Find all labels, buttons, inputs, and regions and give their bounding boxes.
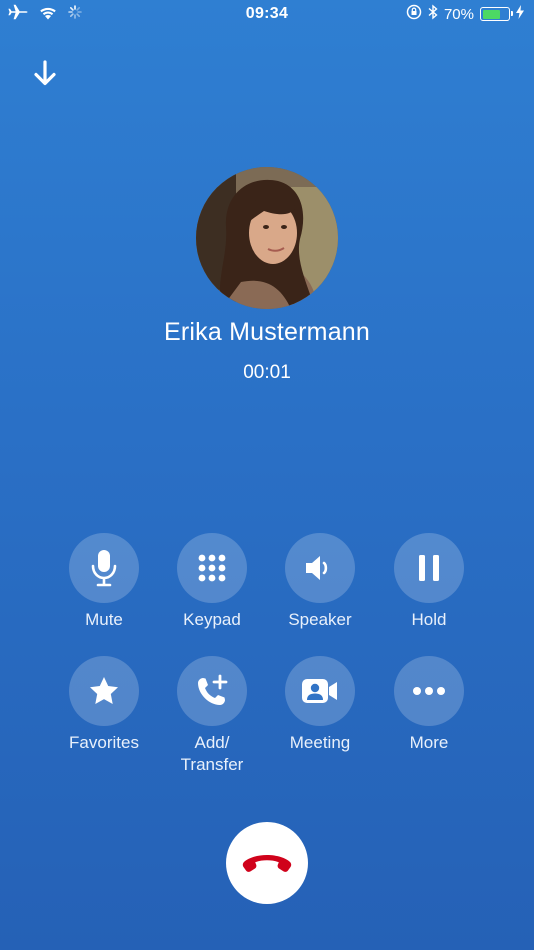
end-call-button[interactable]	[226, 822, 308, 904]
add-transfer-circle[interactable]	[177, 656, 247, 726]
speaker-label: Speaker	[288, 610, 352, 629]
status-right: 70%	[406, 4, 524, 24]
more-circle[interactable]	[394, 656, 464, 726]
more-icon	[413, 687, 445, 695]
add-transfer-button[interactable]: Add/ Transfer	[162, 656, 262, 776]
meeting-button[interactable]: Meeting	[270, 656, 370, 754]
video-meeting-icon	[302, 679, 337, 703]
keypad-button[interactable]: Keypad	[162, 533, 262, 631]
favorites-label: Favorites	[69, 733, 139, 752]
keypad-label: Keypad	[183, 610, 241, 629]
caller-photo	[196, 167, 338, 309]
meeting-label: Meeting	[289, 733, 351, 752]
call-duration: 00:01	[243, 362, 291, 383]
favorites-button[interactable]: Favorites	[54, 656, 154, 754]
caller-name: Erika Mustermann	[163, 318, 371, 346]
meeting-circle[interactable]	[285, 656, 355, 726]
status-bar: 09:34 70%	[0, 0, 534, 28]
pause-icon	[419, 555, 439, 581]
keypad-icon	[198, 554, 226, 582]
charging-icon	[516, 5, 524, 23]
more-button[interactable]: More	[379, 656, 479, 754]
battery-icon	[480, 7, 513, 21]
minimize-call-button[interactable]	[30, 58, 60, 88]
mute-label: Mute	[85, 610, 123, 629]
microphone-icon	[91, 550, 117, 587]
arrow-down-icon	[34, 60, 56, 86]
hang-up-icon	[242, 855, 292, 872]
add-transfer-label-line1: Add/	[194, 733, 230, 752]
speaker-icon	[306, 556, 328, 580]
favorites-circle[interactable]	[69, 656, 139, 726]
speaker-circle[interactable]	[285, 533, 355, 603]
hold-button[interactable]: Hold	[379, 533, 479, 631]
bluetooth-icon	[428, 4, 438, 24]
speaker-button[interactable]: Speaker	[270, 533, 370, 631]
hold-label: Hold	[411, 610, 447, 629]
add-transfer-label-line2: Transfer	[180, 755, 244, 774]
star-icon	[90, 677, 118, 704]
battery-percent: 70%	[443, 5, 474, 23]
add-transfer-label: Add/ Transfer	[162, 732, 262, 776]
caller-avatar	[196, 167, 338, 309]
battery-level	[482, 9, 500, 19]
orientation-lock-icon	[406, 4, 422, 24]
hold-circle[interactable]	[394, 533, 464, 603]
mute-circle[interactable]	[69, 533, 139, 603]
more-label: More	[409, 733, 449, 752]
add-call-icon	[198, 674, 228, 705]
keypad-circle[interactable]	[177, 533, 247, 603]
mute-button[interactable]: Mute	[54, 533, 154, 631]
